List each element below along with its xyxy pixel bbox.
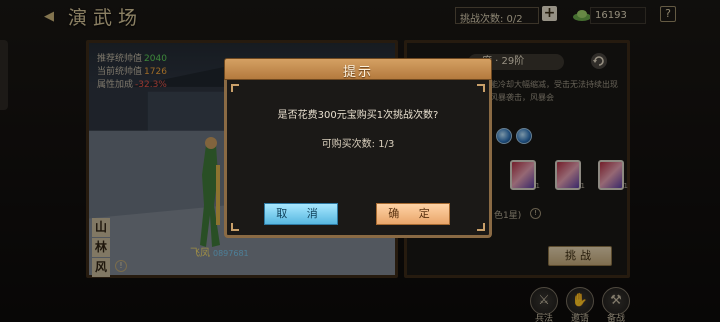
dialog-title: 提示: [342, 65, 373, 80]
confirm-button[interactable]: 确 定: [376, 203, 450, 225]
dialog-message: 是否花费300元宝购买1次挑战次数?: [277, 110, 439, 121]
purchase-dialog: 提示 是否花费300元宝购买1次挑战次数? 可购买次数: 1/3 取 消 确 定: [224, 58, 492, 238]
corner-ornament: [231, 223, 239, 231]
corner-ornament: [231, 84, 239, 92]
cancel-button[interactable]: 取 消: [264, 203, 338, 225]
dialog-subtext: 可购买次数: 1/3: [321, 139, 395, 150]
dialog-header: 提示: [224, 58, 492, 80]
corner-ornament: [477, 223, 485, 231]
corner-ornament: [477, 84, 485, 92]
